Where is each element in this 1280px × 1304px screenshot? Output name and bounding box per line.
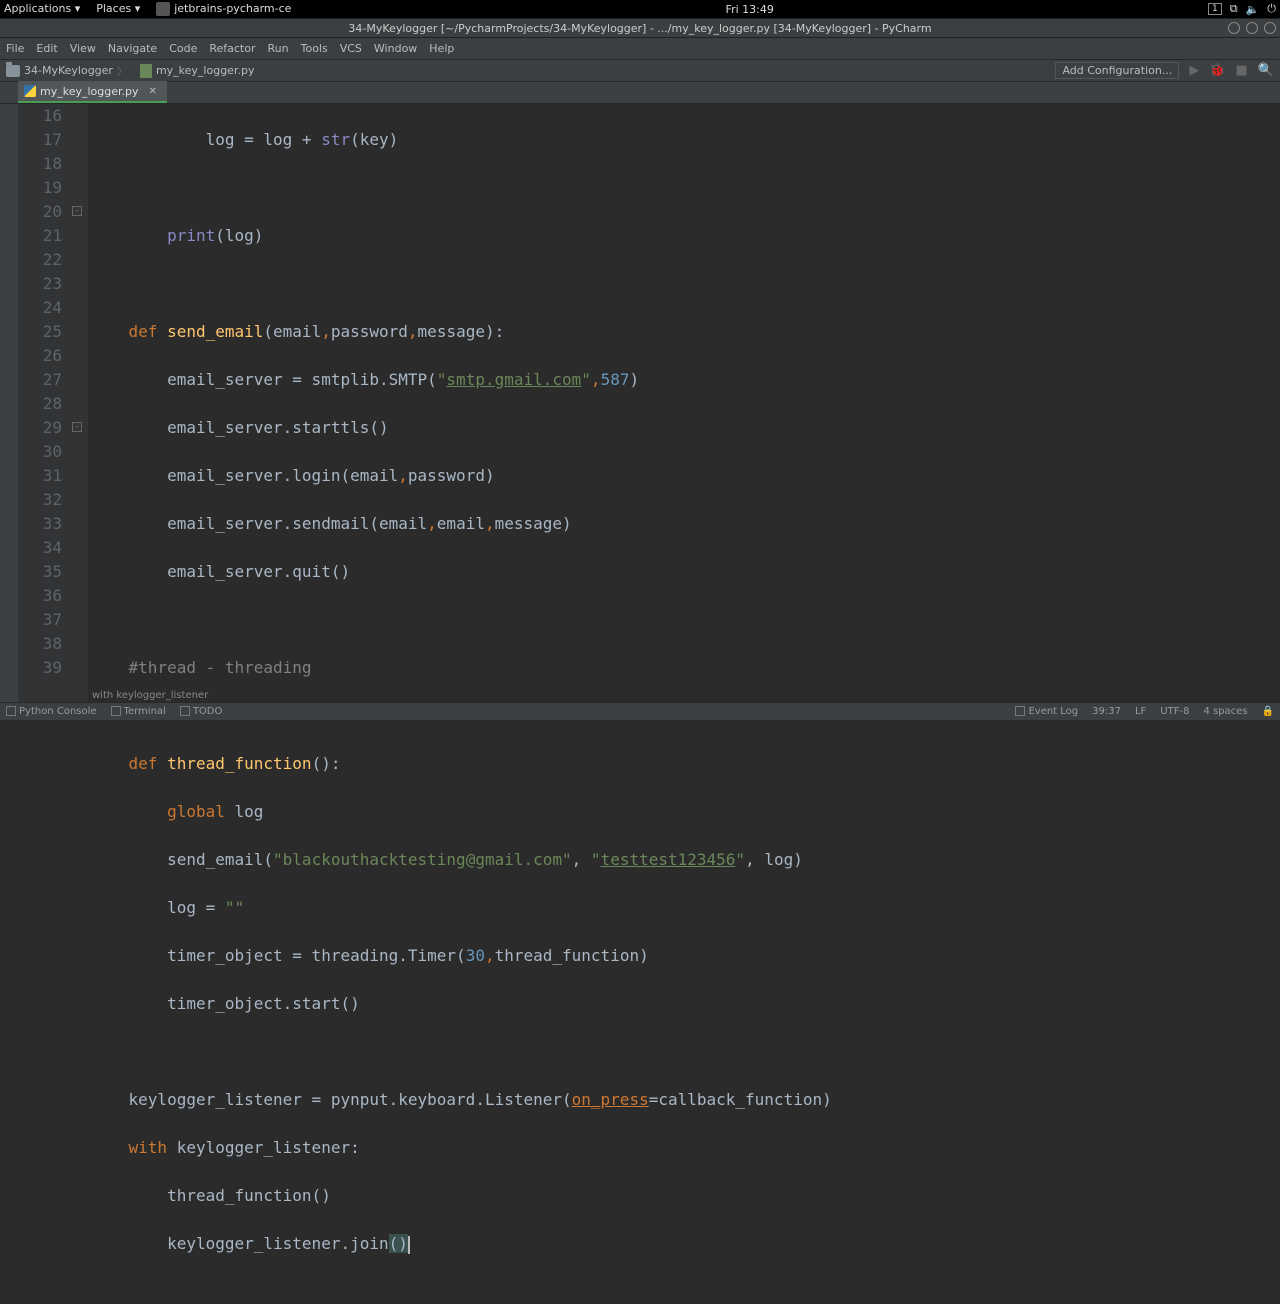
status-lock-icon[interactable]: 🔒 xyxy=(1262,706,1274,717)
menu-tools[interactable]: Tools xyxy=(301,42,328,55)
menu-run[interactable]: Run xyxy=(268,42,289,55)
folder-icon xyxy=(6,65,20,77)
menu-help[interactable]: Help xyxy=(429,42,454,55)
ide-taskbar[interactable]: jetbrains-pycharm-ce xyxy=(156,2,291,16)
crumb-project[interactable]: 34-MyKeylogger xyxy=(24,64,113,77)
tab-label: my_key_logger.py xyxy=(40,85,139,98)
menu-vcs[interactable]: VCS xyxy=(340,42,362,55)
debug-button[interactable]: 🐞 xyxy=(1209,63,1225,78)
menu-bar: File Edit View Navigate Code Refactor Ru… xyxy=(0,38,1280,60)
status-encoding[interactable]: UTF-8 xyxy=(1160,706,1189,717)
power-icon[interactable]: ⏻ xyxy=(1267,2,1276,16)
menu-edit[interactable]: Edit xyxy=(36,42,57,55)
network-icon[interactable]: ⧉ xyxy=(1230,2,1238,16)
status-cursor: 39:37 xyxy=(1092,706,1121,717)
status-todo[interactable]: TODO xyxy=(180,706,223,717)
status-indent[interactable]: 4 spaces xyxy=(1203,706,1247,717)
notification-badge[interactable]: 1 xyxy=(1208,3,1222,15)
stop-button[interactable]: ■ xyxy=(1236,63,1248,78)
editor[interactable]: log = log + str(key) print(log) def send… xyxy=(88,104,1280,702)
menu-view[interactable]: View xyxy=(70,42,96,55)
add-configuration-button[interactable]: Add Configuration... xyxy=(1055,62,1179,79)
menu-window[interactable]: Window xyxy=(374,42,417,55)
volume-icon[interactable]: 🔈 xyxy=(1246,3,1260,16)
menu-navigate[interactable]: Navigate xyxy=(108,42,157,55)
minimize-button[interactable] xyxy=(1228,22,1240,34)
tab-close-icon[interactable]: ✕ xyxy=(149,86,157,97)
places-menu[interactable]: Places ▾ xyxy=(96,2,140,16)
clock: Fri 13:49 xyxy=(291,3,1208,16)
close-button[interactable] xyxy=(1264,22,1276,34)
tool-window-stripe-left[interactable] xyxy=(0,104,18,702)
tab-my-key-logger[interactable]: my_key_logger.py ✕ xyxy=(18,81,167,103)
status-eventlog[interactable]: Event Log xyxy=(1015,706,1078,717)
menu-file[interactable]: File xyxy=(6,42,24,55)
window-title: 34-MyKeylogger [~/PycharmProjects/34-MyK… xyxy=(348,22,931,35)
status-terminal[interactable]: Terminal xyxy=(111,706,166,717)
editor-breadcrumb[interactable]: with keylogger_listener xyxy=(88,689,212,702)
maximize-button[interactable] xyxy=(1246,22,1258,34)
run-button[interactable]: ▶ xyxy=(1189,63,1199,78)
fold-icon[interactable]: − xyxy=(72,206,82,216)
apps-menu[interactable]: Applications ▾ xyxy=(4,2,80,16)
line-gutter[interactable]: 16 17 18 19 20− 21 22 23 24 25 26 27 28 … xyxy=(18,104,88,702)
menu-code[interactable]: Code xyxy=(169,42,197,55)
status-python-console[interactable]: Python Console xyxy=(6,706,97,717)
search-button[interactable]: 🔍 xyxy=(1258,63,1274,78)
crumb-file[interactable]: my_key_logger.py xyxy=(156,64,255,77)
scrollbar[interactable] xyxy=(1268,104,1280,702)
file-icon xyxy=(140,64,152,78)
menu-refactor[interactable]: Refactor xyxy=(209,42,255,55)
fold-icon[interactable]: − xyxy=(72,422,82,432)
python-file-icon xyxy=(24,85,36,97)
status-lf[interactable]: LF xyxy=(1135,706,1146,717)
